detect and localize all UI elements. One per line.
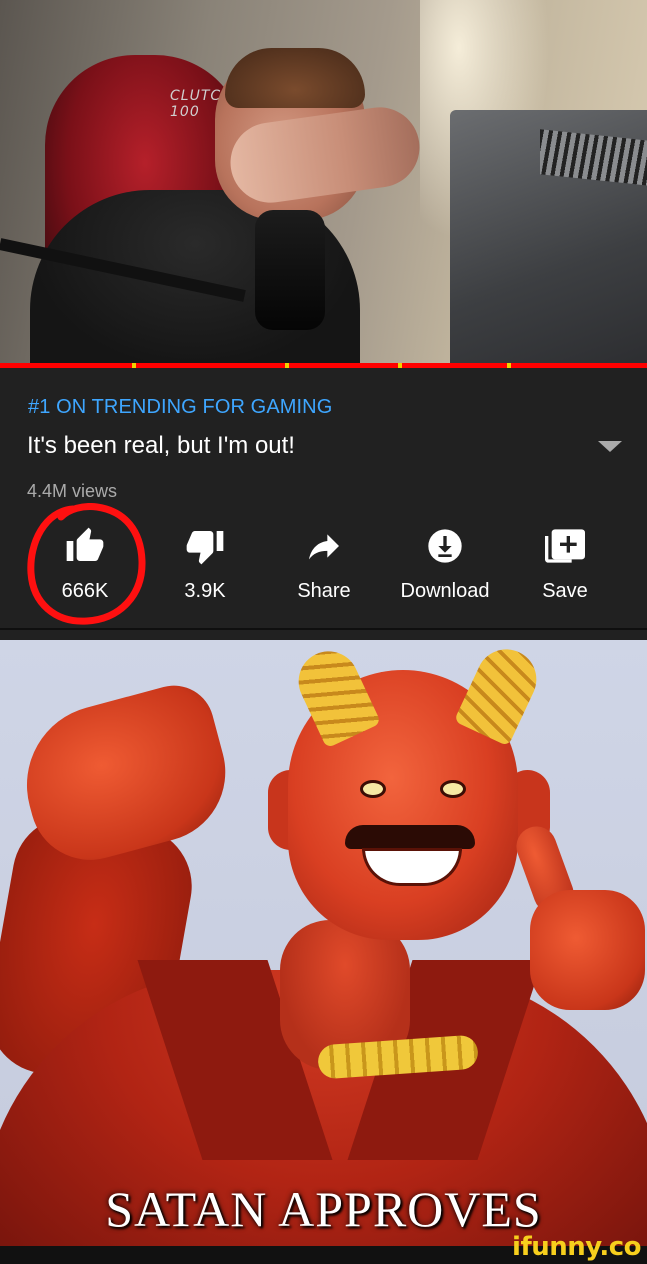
thumbs-down-icon: [145, 526, 265, 566]
video-info-panel: #1 ON TRENDING FOR GAMING It's been real…: [0, 368, 647, 640]
video-title: It's been real, but I'm out!: [27, 432, 295, 459]
devil-meme-image: SATAN APPROVES: [0, 640, 647, 1246]
save-button[interactable]: Save: [505, 518, 625, 608]
view-count: 4.4M views: [27, 481, 118, 501]
share-button[interactable]: Share: [264, 518, 384, 608]
meme-caption: SATAN APPROVES: [105, 1181, 542, 1237]
microphone: [255, 210, 325, 330]
action-bar: 666K 3.9K Share Download Save: [0, 518, 647, 608]
panel-divider: [0, 628, 647, 630]
save-label: Save: [542, 580, 588, 602]
expand-description-icon[interactable]: [598, 441, 622, 452]
save-playlist-icon: [505, 526, 625, 566]
devil-right-eye: [440, 780, 466, 798]
thumbs-up-icon: [25, 526, 145, 566]
share-label: Share: [297, 580, 351, 602]
devil-left-eye: [360, 780, 386, 798]
video-player[interactable]: CLUTCH 100: [0, 0, 647, 364]
like-button[interactable]: 666K: [25, 518, 145, 608]
ifunny-watermark: ifunny.co: [512, 1232, 641, 1262]
trending-badge[interactable]: #1 ON TRENDING FOR GAMING: [28, 396, 332, 419]
download-label: Download: [400, 580, 490, 602]
person-hair: [225, 48, 365, 108]
dislike-count: 3.9K: [184, 580, 226, 602]
download-icon: [385, 526, 505, 566]
devil-thumbs-up-hand: [530, 890, 645, 1010]
like-count: 666K: [61, 580, 109, 602]
dislike-button[interactable]: 3.9K: [145, 518, 265, 608]
share-icon: [264, 526, 384, 566]
download-button[interactable]: Download: [385, 518, 505, 608]
devil-mustache: [345, 825, 475, 849]
